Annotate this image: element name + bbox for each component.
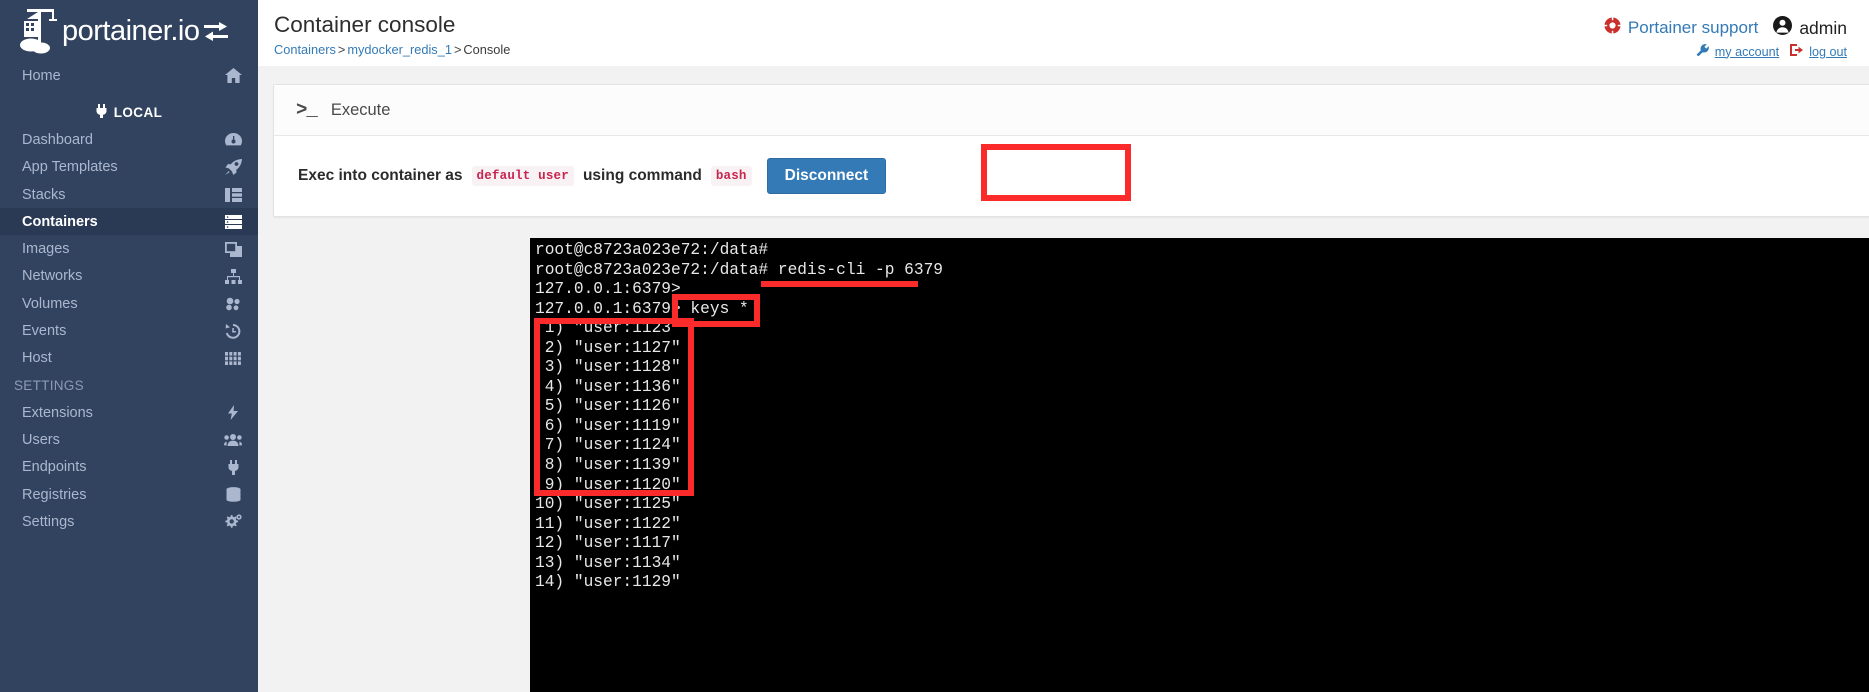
sidebar-item-users[interactable]: Users xyxy=(0,426,258,453)
execute-panel-title: Execute xyxy=(330,100,391,119)
sidebar-item-label: Images xyxy=(22,241,70,258)
sidebar-item-containers[interactable]: Containers xyxy=(0,208,258,236)
exec-command-code: bash xyxy=(710,166,752,186)
sidebar-item-label: Settings xyxy=(22,513,75,530)
sidebar-item-volumes[interactable]: Volumes xyxy=(0,290,258,317)
header-account-row: Portainer support admin xyxy=(1603,16,1847,40)
life-ring-icon xyxy=(1603,17,1621,39)
sidebar-item-extensions[interactable]: Extensions xyxy=(0,399,258,426)
breadcrumb: Containers > mydocker_redis_1 > Console xyxy=(274,42,510,57)
wrench-icon xyxy=(1696,44,1709,59)
page-title: Container console xyxy=(274,12,456,37)
disconnect-button[interactable]: Disconnect xyxy=(766,158,887,194)
portainer-support-link[interactable]: Portainer support xyxy=(1628,18,1758,38)
sidebar-item-stacks[interactable]: Stacks xyxy=(0,181,258,208)
sitemap-icon xyxy=(223,268,243,285)
database-icon xyxy=(223,486,243,503)
sidebar-section-local-label: LOCAL xyxy=(113,104,163,120)
sidebar-item-label: Dashboard xyxy=(22,131,93,148)
sidebar-item-label: App Templates xyxy=(22,159,118,176)
grid-icon xyxy=(223,350,243,367)
gears-icon xyxy=(223,513,243,530)
sidebar-item-label: Extensions xyxy=(22,404,93,421)
sidebar-item-label: Users xyxy=(22,431,60,448)
sidebar-item-label: Volumes xyxy=(22,295,78,312)
sidebar-section-local: LOCAL xyxy=(0,98,258,126)
main-content: Container console Containers > mydocker_re… xyxy=(258,0,1869,692)
sidebar-item-label: Networks xyxy=(22,268,83,285)
stacks-icon xyxy=(223,186,243,203)
containers-icon xyxy=(223,213,243,230)
portainer-logo-icon xyxy=(18,7,62,55)
sidebar-item-label: Endpoints xyxy=(22,459,87,476)
logout-link[interactable]: log out xyxy=(1809,45,1847,59)
exec-middle-text: using command xyxy=(582,167,702,184)
header-links-row: my account log out xyxy=(1604,44,1847,59)
brand-name: portainer.io xyxy=(62,14,200,47)
execute-panel-header: >_ Execute xyxy=(274,85,1869,136)
breadcrumb-current: Console xyxy=(463,41,511,57)
sidebar-item-dashboard[interactable]: Dashboard xyxy=(0,126,258,153)
my-account-link[interactable]: my account xyxy=(1715,45,1779,59)
portainer-app: portainer.io Home LOCAL Dashboard App Te… xyxy=(0,0,1869,692)
plug-icon xyxy=(96,103,107,121)
execute-panel: >_ Execute Exec into container as defaul… xyxy=(273,84,1869,217)
page-header-right: Portainer support admin my account log o… xyxy=(1603,12,1847,66)
sign-out-icon xyxy=(1790,44,1804,59)
sidebar-item-label: Registries xyxy=(22,486,87,503)
sidebar-item-events[interactable]: Events xyxy=(0,317,258,344)
sidebar: portainer.io Home LOCAL Dashboard App Te… xyxy=(0,0,258,692)
sidebar-item-endpoints[interactable]: Endpoints xyxy=(0,454,258,481)
terminal-prompt-icon: >_ xyxy=(296,99,318,121)
sidebar-item-host[interactable]: Host xyxy=(0,345,258,372)
breadcrumb-container-link[interactable]: mydocker_redis_1 xyxy=(347,42,452,57)
console-terminal-wrapper: root@c8723a023e72:/data# root@c8723a023e… xyxy=(530,238,1869,692)
sidebar-item-label: Stacks xyxy=(22,186,66,203)
breadcrumb-separator: > xyxy=(453,41,462,57)
page-header: Container console Containers > mydocker_re… xyxy=(258,0,1869,66)
sidebar-item-label: Containers xyxy=(22,213,98,230)
execute-panel-body: Exec into container as default user usin… xyxy=(274,136,1869,216)
sidebar-item-networks[interactable]: Networks xyxy=(0,263,258,290)
plug-icon xyxy=(223,459,243,476)
exec-user-code: default user xyxy=(471,166,574,186)
exec-prefix-text: Exec into container as xyxy=(298,167,463,184)
sidebar-item-label: Events xyxy=(22,323,67,340)
users-icon xyxy=(223,431,243,448)
sidebar-item-label: Home xyxy=(22,67,61,84)
sidebar-item-home[interactable]: Home xyxy=(0,62,258,89)
volumes-icon xyxy=(223,295,243,312)
sidebar-section-settings: SETTINGS xyxy=(14,377,84,393)
breadcrumb-containers-link[interactable]: Containers xyxy=(274,42,336,57)
dashboard-icon xyxy=(223,131,243,148)
sidebar-toggle-icon[interactable] xyxy=(202,20,230,44)
brand-header: portainer.io xyxy=(0,0,258,62)
sidebar-item-label: Host xyxy=(22,350,52,367)
console-terminal-output[interactable]: root@c8723a023e72:/data# root@c8723a023e… xyxy=(530,238,1869,692)
images-icon xyxy=(223,241,243,258)
rocket-icon xyxy=(223,159,243,176)
sidebar-item-registries[interactable]: Registries xyxy=(0,481,258,508)
bolt-icon xyxy=(223,404,243,421)
user-circle-icon xyxy=(1773,16,1793,40)
sidebar-item-images[interactable]: Images xyxy=(0,235,258,262)
page-header-left: Container console Containers > mydocker_re… xyxy=(274,12,510,66)
current-user-label: admin xyxy=(1799,17,1847,38)
history-icon xyxy=(223,323,243,340)
sidebar-item-app-templates[interactable]: App Templates xyxy=(0,154,258,181)
breadcrumb-separator: > xyxy=(337,41,346,57)
sidebar-item-settings[interactable]: Settings xyxy=(0,508,258,535)
home-icon xyxy=(223,67,243,84)
